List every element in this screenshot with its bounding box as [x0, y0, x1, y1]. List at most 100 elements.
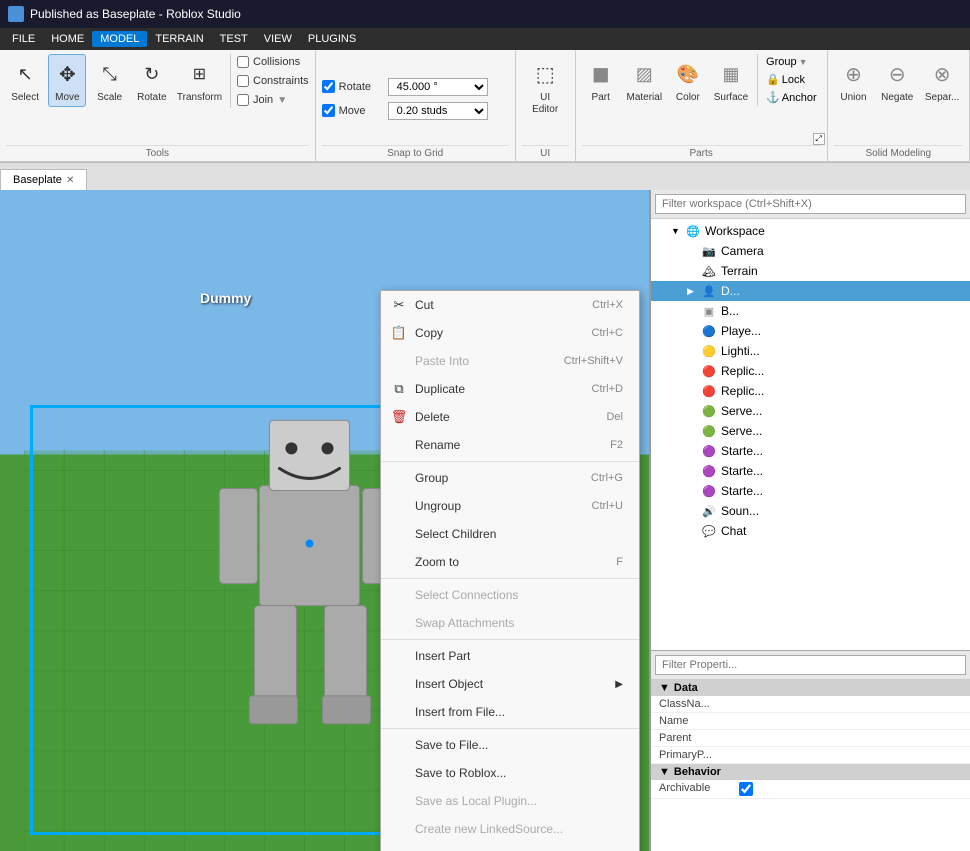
- insert-part-icon: [389, 646, 409, 666]
- paste-icon: [389, 351, 409, 371]
- select-children-icon: [389, 524, 409, 544]
- context-save-to-file[interactable]: Save to File...: [381, 731, 639, 759]
- context-paste-into[interactable]: Paste Into Ctrl+Shift+V: [381, 347, 639, 375]
- context-zoom-to[interactable]: Zoom to F: [381, 548, 639, 576]
- tree-serve2[interactable]: 🟢 Serve...: [651, 421, 970, 441]
- anchor-button[interactable]: ⚓ Anchor: [762, 89, 821, 106]
- terrain-icon: 🏔: [701, 263, 717, 279]
- context-insert-object[interactable]: Insert Object ▶: [381, 670, 639, 698]
- tree-sound[interactable]: 🔊 Soun...: [651, 501, 970, 521]
- union-button[interactable]: ⊕ Union: [834, 54, 874, 107]
- menu-home[interactable]: HOME: [43, 31, 92, 47]
- tree-dummy-arrow[interactable]: ▶: [687, 286, 701, 297]
- prop-section-data-arrow: ▼: [659, 682, 670, 694]
- separate-button[interactable]: ⊗ Separ...: [921, 54, 963, 107]
- rotate-tool-button[interactable]: ↻ Rotate: [133, 54, 171, 107]
- tree-b[interactable]: ▣ B...: [651, 301, 970, 321]
- workspace-explorer: ▼ 🌐 Workspace 📷 Camera 🏔: [651, 190, 970, 651]
- menu-plugins[interactable]: PLUGINS: [300, 31, 364, 47]
- move-snap-select[interactable]: 0.20 studs: [388, 102, 488, 120]
- constraints-checkbox[interactable]: [237, 75, 249, 87]
- transform-tool-button[interactable]: ⊞ Transform: [175, 54, 224, 107]
- tree-players[interactable]: 🔵 Playe...: [651, 321, 970, 341]
- tree-serve1[interactable]: 🟢 Serve...: [651, 401, 970, 421]
- save-roblox-icon: [389, 763, 409, 783]
- tree-workspace-arrow[interactable]: ▼: [671, 226, 685, 236]
- ui-editor-button[interactable]: ⬚ UI Editor: [523, 54, 567, 120]
- properties-filter-input[interactable]: [655, 655, 966, 675]
- context-delete[interactable]: 🗑 Delete Del: [381, 403, 639, 431]
- tab-baseplate-label: Baseplate: [13, 174, 62, 186]
- rename-icon: [389, 435, 409, 455]
- context-ungroup[interactable]: Ungroup Ctrl+U: [381, 492, 639, 520]
- viewport[interactable]: Dummy: [0, 190, 650, 851]
- context-save-local-plugin[interactable]: Save as Local Plugin...: [381, 787, 639, 815]
- surface-icon: ▦: [715, 58, 747, 90]
- tree-starte1[interactable]: 🟣 Starte...: [651, 441, 970, 461]
- join-checkbox-row[interactable]: Join ▼: [237, 92, 309, 108]
- join-checkbox[interactable]: [237, 94, 249, 106]
- context-duplicate[interactable]: ⧉ Duplicate Ctrl+D: [381, 375, 639, 403]
- move-icon: ✥: [51, 58, 83, 90]
- tree-dummy[interactable]: ▶ 👤 D...: [651, 281, 970, 301]
- context-rename[interactable]: Rename F2: [381, 431, 639, 459]
- replic2-icon: 🔴: [701, 383, 717, 399]
- context-publish-plugin[interactable]: Publish as Plugin...: [381, 843, 639, 851]
- tree-starte3[interactable]: 🟣 Starte...: [651, 481, 970, 501]
- part-button[interactable]: ◼ Part: [582, 54, 620, 107]
- context-group[interactable]: Group Ctrl+G: [381, 464, 639, 492]
- menu-terrain[interactable]: TERRAIN: [147, 31, 211, 47]
- context-save-to-roblox[interactable]: Save to Roblox...: [381, 759, 639, 787]
- constraints-checkbox-row[interactable]: Constraints: [237, 73, 309, 89]
- context-separator-2: [381, 578, 639, 579]
- prop-section-data[interactable]: ▼ Data: [651, 680, 970, 696]
- tree-replic1[interactable]: 🔴 Replic...: [651, 361, 970, 381]
- collisions-checkbox[interactable]: [237, 56, 249, 68]
- prop-section-behavior[interactable]: ▼ Behavior: [651, 764, 970, 780]
- ribbon: ↖ Select ✥ Move ⤡ Scale ↻ Rotate ⊞ Trans…: [0, 50, 970, 162]
- tab-baseplate[interactable]: Baseplate ✕: [0, 169, 87, 190]
- menu-model[interactable]: MODEL: [92, 31, 147, 47]
- tree-replic2[interactable]: 🔴 Replic...: [651, 381, 970, 401]
- archivable-checkbox[interactable]: [739, 782, 753, 796]
- group-button[interactable]: Group ▼: [762, 54, 821, 70]
- color-button[interactable]: 🎨 Color: [669, 54, 707, 107]
- lock-button[interactable]: 🔒 Lock: [762, 71, 821, 88]
- select-tool-button[interactable]: ↖ Select: [6, 54, 44, 107]
- context-cut[interactable]: ✂ Cut Ctrl+X: [381, 291, 639, 319]
- parts-expand-button[interactable]: ⤢: [813, 133, 825, 145]
- workspace-filter-area: [651, 190, 970, 219]
- menu-test[interactable]: TEST: [212, 31, 256, 47]
- scale-tool-button[interactable]: ⤡ Scale: [90, 54, 128, 107]
- tree-lighting[interactable]: 🟡 Lighti...: [651, 341, 970, 361]
- rotate-snap-select[interactable]: 45.000 °: [388, 78, 488, 96]
- context-separator-3: [381, 639, 639, 640]
- menu-file[interactable]: FILE: [4, 31, 43, 47]
- context-select-children[interactable]: Select Children: [381, 520, 639, 548]
- tree-terrain[interactable]: 🏔 Terrain: [651, 261, 970, 281]
- material-button[interactable]: ▨ Material: [624, 54, 665, 107]
- context-insert-from-file[interactable]: Insert from File...: [381, 698, 639, 726]
- tree-starte2[interactable]: 🟣 Starte...: [651, 461, 970, 481]
- context-copy[interactable]: 📋 Copy Ctrl+C: [381, 319, 639, 347]
- starte1-icon: 🟣: [701, 443, 717, 459]
- group-icon: [389, 468, 409, 488]
- tree-chat[interactable]: 💬 Chat: [651, 521, 970, 541]
- tab-close-button[interactable]: ✕: [66, 175, 74, 186]
- move-tool-button[interactable]: ✥ Move: [48, 54, 86, 107]
- surface-button[interactable]: ▦ Surface: [711, 54, 751, 107]
- tree-camera[interactable]: 📷 Camera: [651, 241, 970, 261]
- context-insert-part[interactable]: Insert Part: [381, 642, 639, 670]
- context-select-connections[interactable]: Select Connections: [381, 581, 639, 609]
- dummy-tree-icon: 👤: [701, 283, 717, 299]
- move-snap-checkbox[interactable]: [322, 104, 335, 117]
- negate-button[interactable]: ⊖ Negate: [877, 54, 917, 107]
- collisions-checkbox-row[interactable]: Collisions: [237, 54, 309, 70]
- rotate-snap-checkbox[interactable]: [322, 80, 335, 93]
- context-swap-attachments[interactable]: Swap Attachments: [381, 609, 639, 637]
- workspace-filter-input[interactable]: [655, 194, 966, 214]
- context-create-linked-source[interactable]: Create new LinkedSource...: [381, 815, 639, 843]
- rotate-snap-label: Rotate: [339, 81, 384, 93]
- menu-view[interactable]: VIEW: [256, 31, 300, 47]
- tree-workspace[interactable]: ▼ 🌐 Workspace: [651, 221, 970, 241]
